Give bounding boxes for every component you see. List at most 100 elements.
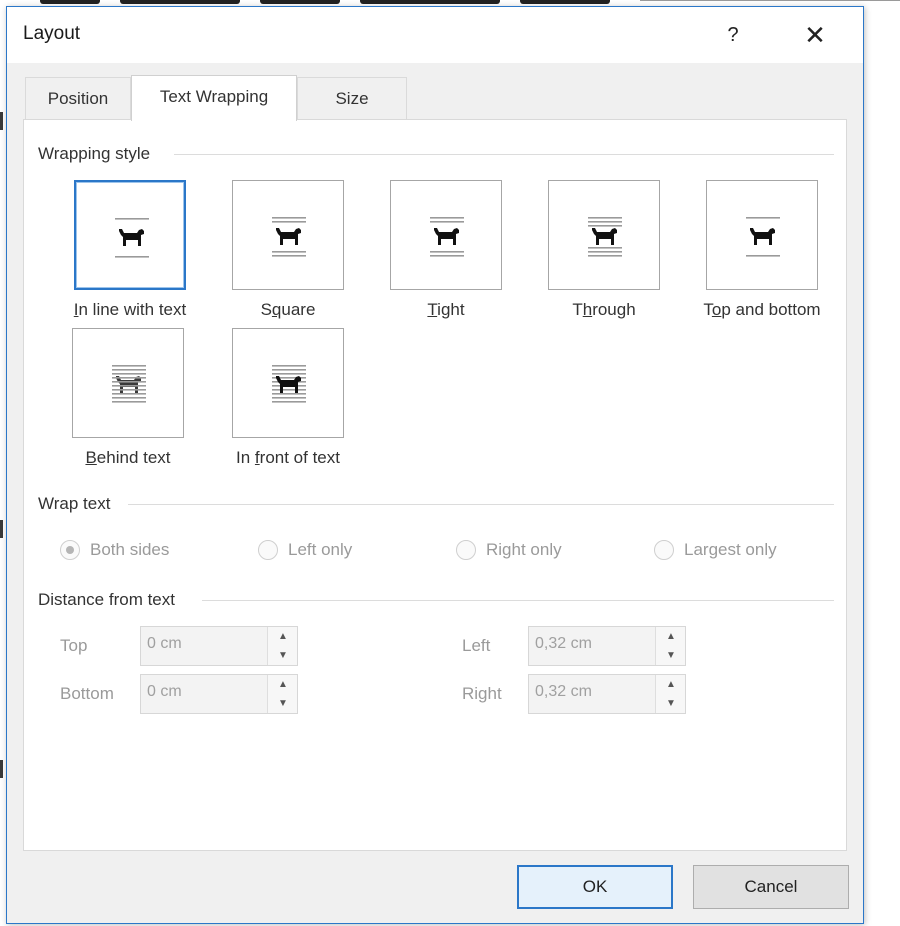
radio-largest-only[interactable]: Largest only <box>654 540 824 562</box>
tab-size[interactable]: Size <box>297 77 407 119</box>
text-line-mark <box>112 365 146 367</box>
background-rule <box>640 0 900 1</box>
top-distance-label: Top <box>60 636 88 655</box>
help-button[interactable]: ? <box>715 17 751 53</box>
radio-both-sides[interactable]: Both sides <box>60 540 210 562</box>
wrap-text-heading: Wrap text <box>38 494 111 513</box>
right-distance-label: Right <box>462 684 502 703</box>
wrap-label-top-and-bottom[interactable]: Top and bottom <box>676 300 848 320</box>
text-line-mark <box>115 218 149 220</box>
wrap-option-inline[interactable] <box>74 180 186 290</box>
top-distance-value[interactable]: 0 cm <box>147 635 182 653</box>
left-distance-value[interactable]: 0,32 cm <box>535 635 592 653</box>
through-wrap-icon <box>584 214 626 258</box>
right-distance-spinner[interactable]: 0,32 cm ▲ ▼ <box>528 674 686 714</box>
layout-dialog: Layout ? ✕ Position Text Wrapping Size W… <box>6 6 864 924</box>
tab-text-wrapping[interactable]: Text Wrapping <box>131 75 297 121</box>
wrap-option-behind-text[interactable] <box>72 328 184 438</box>
text-line-mark <box>588 217 622 219</box>
text-line-mark <box>112 393 146 395</box>
spin-down-icon[interactable]: ▼ <box>656 646 686 665</box>
wrap-preview-svg <box>430 217 464 257</box>
tab-position[interactable]: Position <box>25 77 131 119</box>
bottom-distance-value[interactable]: 0 cm <box>147 683 182 701</box>
cancel-button[interactable]: Cancel <box>693 865 849 909</box>
text-line-mark <box>430 217 464 219</box>
text-line-mark <box>588 221 622 223</box>
radio-label: Right only <box>486 540 562 559</box>
wrap-preview-svg <box>588 217 622 257</box>
spin-up-icon[interactable]: ▲ <box>268 627 298 646</box>
distance-heading: Distance from text <box>38 590 175 609</box>
text-line-mark <box>588 247 622 249</box>
text-line-mark <box>272 369 306 371</box>
wrap-option-tight[interactable] <box>390 180 502 290</box>
spin-down-icon[interactable]: ▼ <box>268 694 298 713</box>
bottom-distance-label: Bottom <box>60 684 114 703</box>
text-line-mark <box>430 255 464 257</box>
text-line-mark <box>430 221 464 223</box>
right-distance-value[interactable]: 0,32 cm <box>535 683 592 701</box>
radio-label: Left only <box>288 540 353 559</box>
dog-glyph <box>119 229 144 246</box>
title-bar[interactable]: Layout ? ✕ <box>7 7 863 63</box>
wrap-preview-svg <box>115 218 149 258</box>
radio-indicator <box>60 540 80 560</box>
dog-glyph <box>276 228 301 245</box>
spin-up-icon[interactable]: ▲ <box>656 627 686 646</box>
wrap-label-through[interactable]: Through <box>520 300 688 320</box>
spinner-arrows: ▲ ▼ <box>267 675 297 713</box>
text-line-mark <box>112 373 146 375</box>
text-line-mark <box>272 221 306 223</box>
top-and-bottom-wrap-icon <box>742 214 784 258</box>
text-line-mark <box>112 401 146 403</box>
spin-up-icon[interactable]: ▲ <box>656 675 686 694</box>
radio-indicator <box>258 540 278 560</box>
tight-wrap-icon <box>426 214 468 258</box>
ok-button[interactable]: OK <box>517 865 673 909</box>
text-line-mark <box>112 385 146 387</box>
wrap-option-top-and-bottom[interactable] <box>706 180 818 290</box>
wrap-option-in-front-of-text[interactable] <box>232 328 344 438</box>
text-line-mark <box>588 255 622 257</box>
wrap-label-square[interactable]: Square <box>204 300 372 320</box>
wrap-label-inline[interactable]: In line with text <box>46 300 214 320</box>
wrap-label-tight[interactable]: Tight <box>362 300 530 320</box>
wrap-label-in-front-of-text[interactable]: In front of text <box>204 448 372 468</box>
wrap-option-through[interactable] <box>548 180 660 290</box>
text-line-mark <box>746 217 780 219</box>
text-line-mark <box>272 251 306 253</box>
square-wrap-icon <box>268 214 310 258</box>
left-distance-label: Left <box>462 636 491 655</box>
text-line-mark <box>272 393 306 395</box>
section-divider <box>174 154 834 155</box>
text-line-mark <box>272 373 306 375</box>
text-line-mark <box>112 369 146 371</box>
text-line-mark <box>112 397 146 399</box>
wrap-option-square[interactable] <box>232 180 344 290</box>
text-line-mark <box>272 365 306 367</box>
text-line-mark <box>588 251 622 253</box>
section-divider <box>128 504 834 505</box>
wrap-label-behind-text[interactable]: Behind text <box>44 448 212 468</box>
in-front-of-text-wrap-icon <box>268 362 310 406</box>
spin-down-icon[interactable]: ▼ <box>656 694 686 713</box>
bottom-distance-spinner[interactable]: 0 cm ▲ ▼ <box>140 674 298 714</box>
dog-glyph <box>434 228 459 245</box>
text-line-mark <box>115 256 149 258</box>
text-line-mark <box>272 401 306 403</box>
inline-wrap-icon <box>111 215 153 259</box>
dog-glyph <box>750 228 775 245</box>
text-line-mark <box>272 217 306 219</box>
top-distance-spinner[interactable]: 0 cm ▲ ▼ <box>140 626 298 666</box>
radio-right-only[interactable]: Right only <box>456 540 606 562</box>
radio-left-only[interactable]: Left only <box>258 540 408 562</box>
text-line-mark <box>430 251 464 253</box>
spin-down-icon[interactable]: ▼ <box>268 646 298 665</box>
wrap-preview-svg <box>272 365 306 403</box>
spin-up-icon[interactable]: ▲ <box>268 675 298 694</box>
left-distance-spinner[interactable]: 0,32 cm ▲ ▼ <box>528 626 686 666</box>
close-button[interactable]: ✕ <box>793 17 837 53</box>
dog-glyph <box>592 228 617 245</box>
wrap-preview-svg <box>746 217 780 257</box>
